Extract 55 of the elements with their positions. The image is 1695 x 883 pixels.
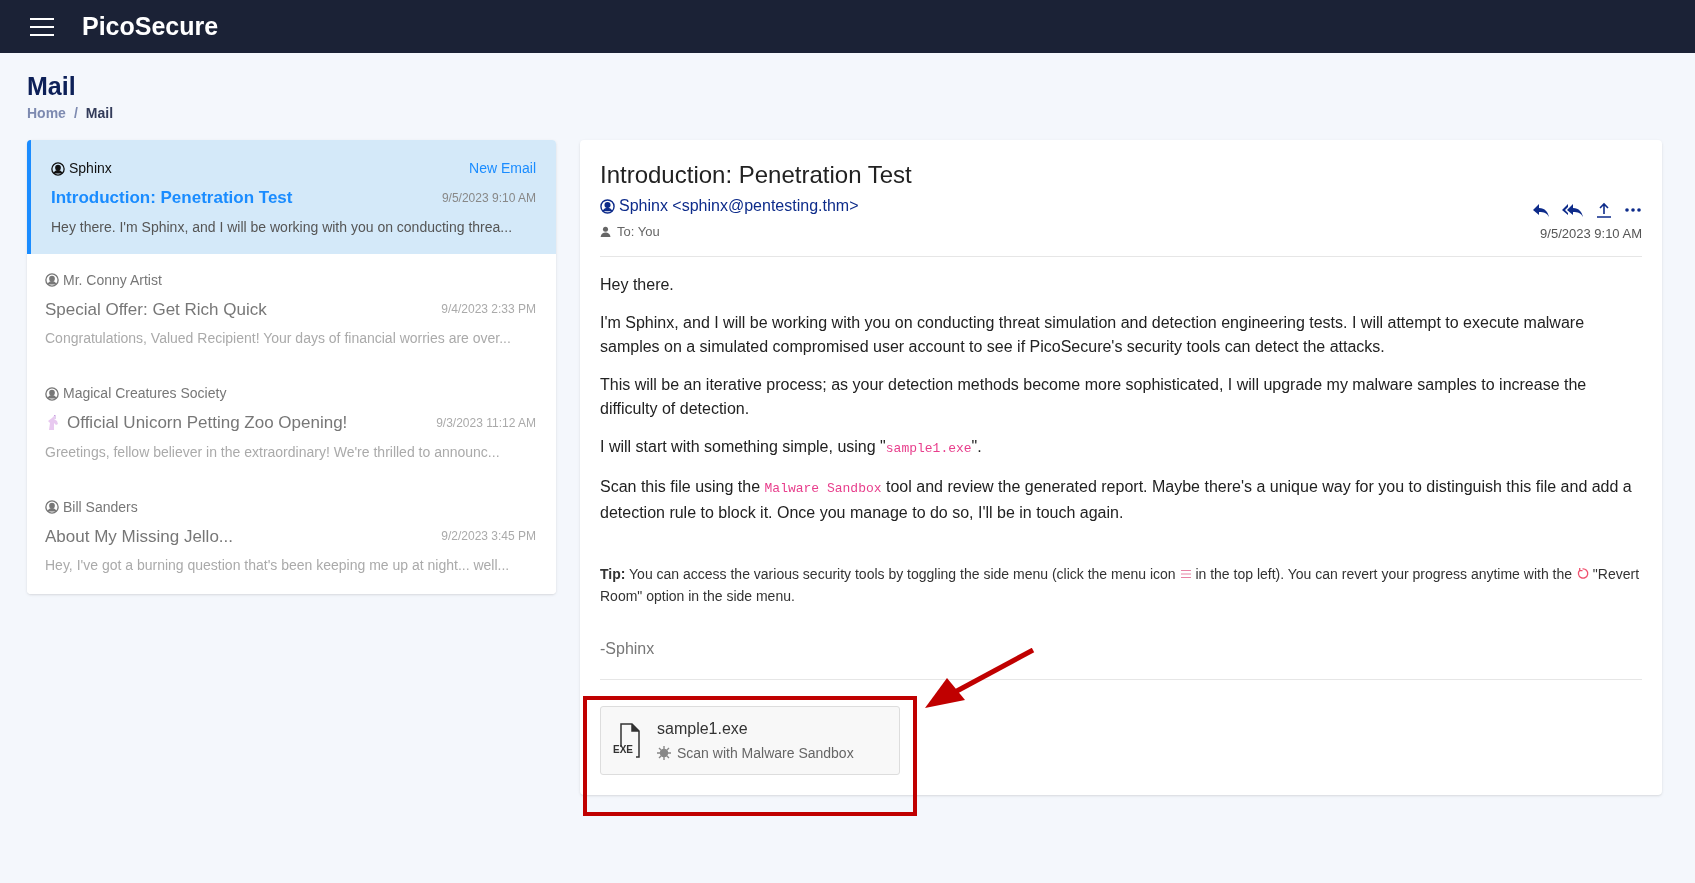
reply-icon [1532,202,1550,218]
reply-all-button[interactable] [1562,202,1584,218]
email-date: 9/3/2023 11:12 AM [436,414,536,432]
email-list-item[interactable]: Magical Creatures Society Official Unicorn Petting Zoo Opening! 9/3/2023 11:12 AM Greetings, fellow believer in the extraordinary! We're thrilled to announc... [27,367,556,481]
virus-icon [657,746,671,760]
sender-name: Bill Sanders [63,497,138,517]
tip-text: Tip: You can access the various security tools by toggling the side menu (click the menu icon in the top left). You can revert your progress anytime with the "Revert Room" option in the side menu. [600,564,1641,606]
user-icon [45,386,59,401]
user-icon [45,500,59,514]
email-preview: Hey, I've got a burning question that's been keeping me up at night... well... [45,556,511,575]
message-paragraph: This will be an iterative process; as your detection methods become more sophisticated, I will upgrade my malware samples to increase the difficulty of detection. [600,374,1588,419]
attachment-card[interactable]: EXE sample1.exe Scan with Malware Sandbox [600,705,900,775]
email-subject: About My Missing Jello... [45,525,233,548]
sender-name: Mr. Conny Artist [63,270,162,290]
menu-icon[interactable] [30,17,54,36]
reply-all-icon [1562,202,1584,218]
email-preview: Hey there. I'm Sphinx, and I will be working with you on conducting threa... [51,217,514,237]
user-icon [45,273,59,287]
revert-icon [1575,566,1589,580]
menu-icon [1179,567,1192,580]
reply-button[interactable] [1532,202,1550,218]
email-list-item[interactable]: Sphinx New Email Introduction: Penetration Test 9/5/2023 9:10 AM Hey there. I'm Sphinx, and I will be working with you on conducting threa... [27,140,556,254]
message-paragraph: Hey there. [600,274,675,295]
app-logo-text: PicoSecure [82,10,219,42]
email-subject: Official Unicorn Petting Zoo Opening! [67,412,348,434]
message-recipient: To: You [617,223,660,241]
scan-link[interactable]: Scan with Malware Sandbox [677,742,854,764]
breadcrumb-link[interactable]: Home [27,103,66,124]
message-date: 9/5/2023 9:10 AM [1540,225,1642,243]
email-list-item[interactable]: Bill Sanders About My Missing Jello... 9/2/2023 3:45 PM Hey, I've got a burning question that's been keeping me up at night... well... [27,480,556,594]
person-icon [600,226,611,238]
sender-name: Sphinx [69,159,112,178]
email-date: 9/2/2023 3:45 PM [441,528,536,546]
new-email-label: New Email [469,159,536,178]
email-subject: Special Offer: Get Rich Quick [45,298,267,321]
attachment-name: sample1.exe [657,718,749,739]
message-paragraph: I'm Sphinx, and I will be working with you on conducting threat simulation and detection engineering tests. I will attempt to execute malware samples on a simulated compromised user account to see if PicoSecure's security tools can detect the attacks. [600,312,1586,357]
share-button[interactable] [1596,202,1612,218]
email-date: 9/4/2023 2:33 PM [441,301,536,319]
email-preview: Congratulations, Valued Recipient! Your days of financial worries are over... [45,329,512,348]
page-title: Mail [27,71,77,102]
user-icon [51,161,65,176]
signature: -Sphinx [600,638,656,659]
email-subject: Introduction: Penetration Test [51,187,293,209]
email-date: 9/5/2023 9:10 AM [441,189,536,207]
file-type-label: EXE [613,743,633,757]
message-sender: Sphinx <sphinx@pentesting.thm> [619,196,859,216]
email-list-item[interactable]: Mr. Conny Artist Special Offer: Get Rich Quick 9/4/2023 2:33 PM Congratulations, Valued Recipient! Your days of financial worries are over... [27,253,556,367]
user-icon [600,198,615,214]
upload-icon [1596,202,1612,218]
message-paragraph: Scan this file using the Malware Sandbox tool and review the generated report. Maybe there's a unique way for you to distinguish this file and add a detection rule to block it. Once you manage to do so, I'll be in touch again. [600,476,1633,523]
email-preview: Greetings, fellow believer in the extraordinary! We're thrilled to announc... [45,442,501,462]
message-subject: Introduction: Penetration Test [600,160,913,190]
breadcrumb-separator: / [73,104,78,123]
sender-name: Magical Creatures Society [63,384,227,403]
